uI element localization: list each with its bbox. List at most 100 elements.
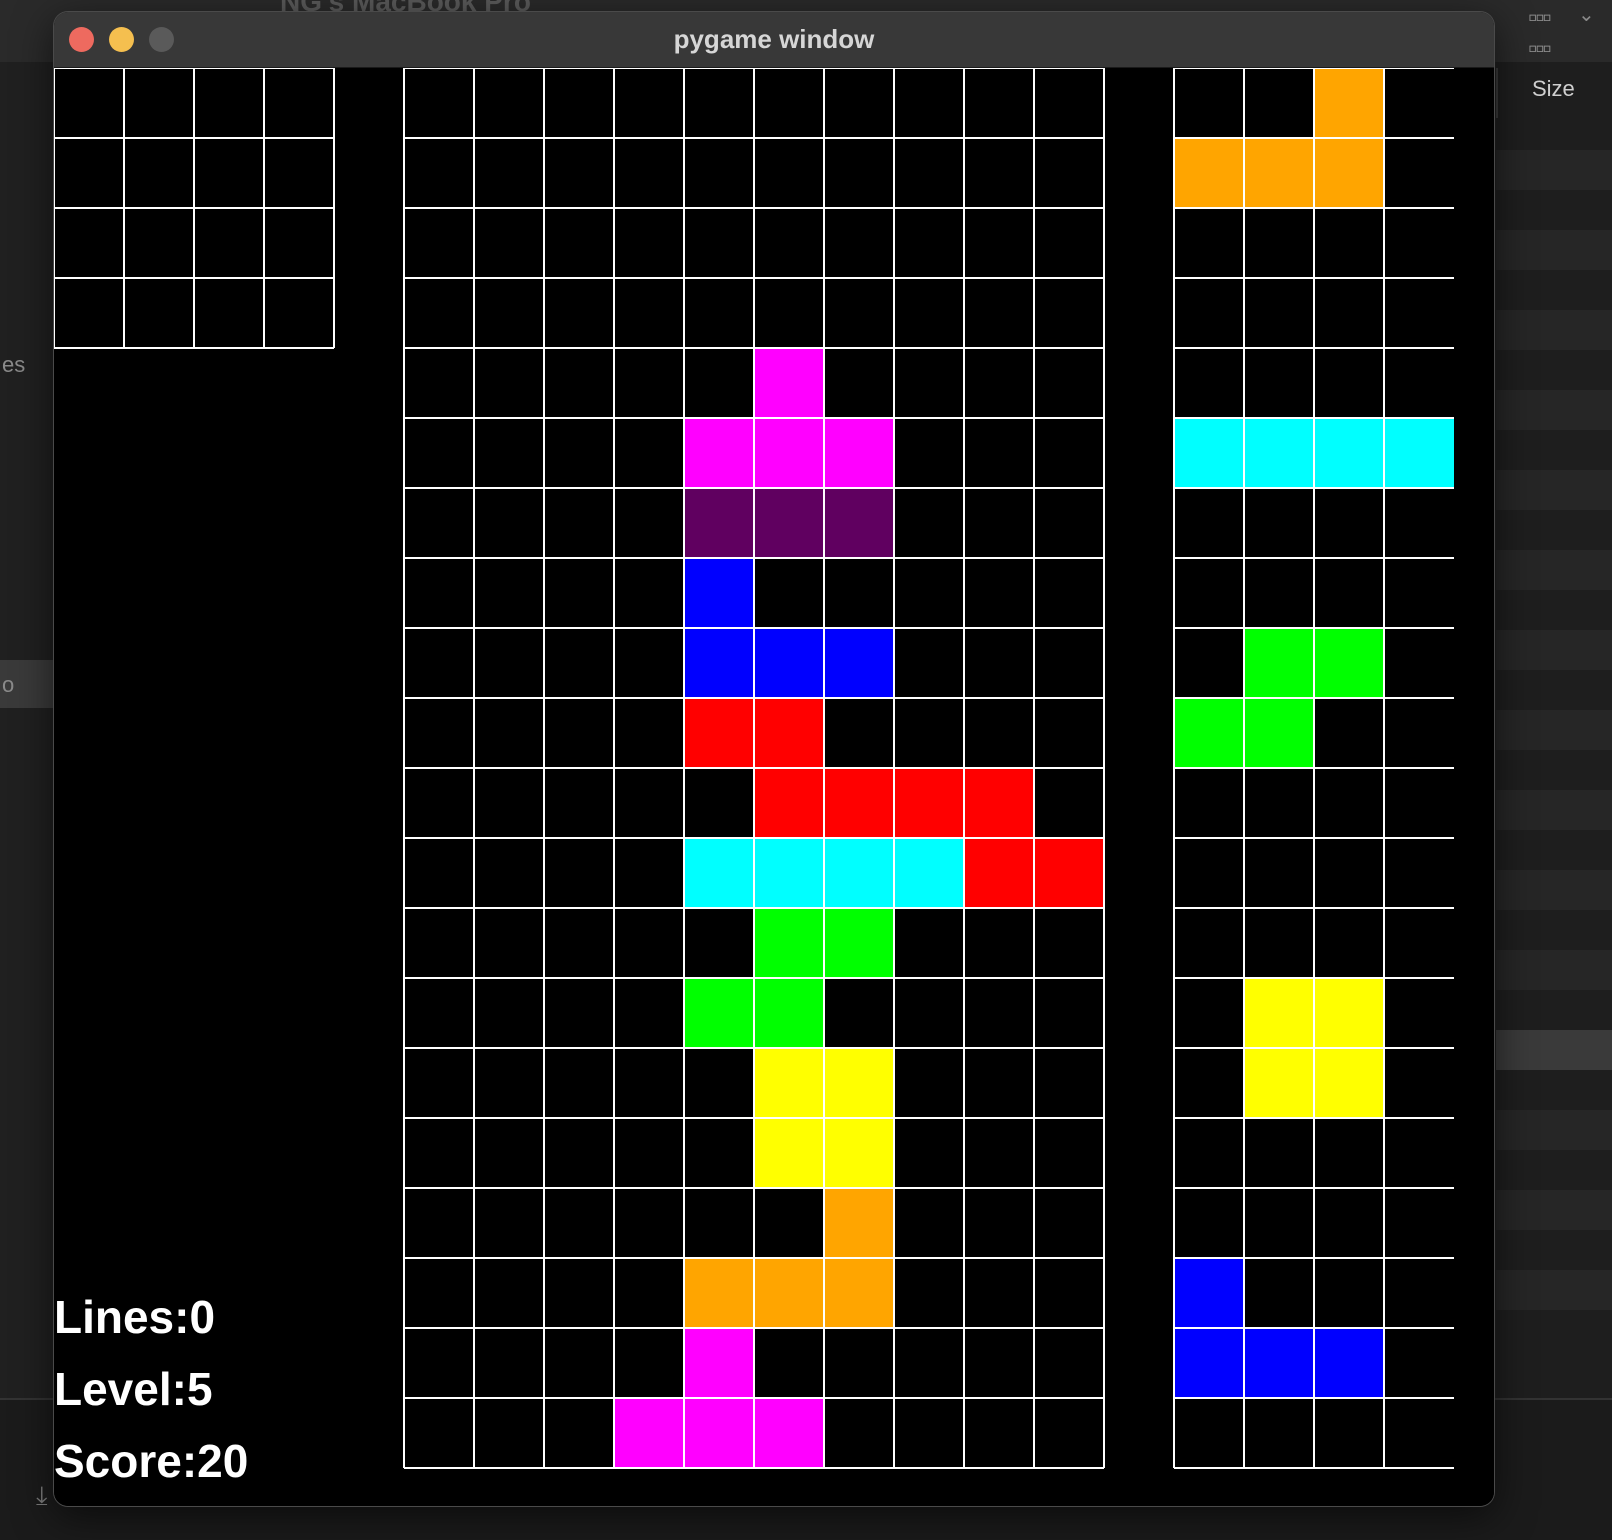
download-icon[interactable]: ⤓ [36, 1480, 48, 1512]
empty-cell [1244, 558, 1314, 628]
empty-cell [614, 68, 684, 138]
file-row[interactable] [1496, 1190, 1612, 1230]
empty-cell [894, 208, 964, 278]
file-row[interactable] [1496, 390, 1612, 430]
empty-cell [1244, 838, 1314, 908]
file-row[interactable] [1496, 310, 1612, 350]
empty-cell [1174, 208, 1244, 278]
empty-cell [964, 418, 1034, 488]
empty-cell [1314, 698, 1384, 768]
empty-cell [1384, 1328, 1454, 1398]
empty-cell [1034, 208, 1104, 278]
file-row[interactable] [1496, 470, 1612, 510]
empty-cell [1314, 278, 1384, 348]
empty-cell [1034, 1398, 1104, 1468]
empty-cell [54, 138, 124, 208]
empty-cell [54, 68, 124, 138]
empty-cell [404, 628, 474, 698]
sidebar-text-fragment: o [2, 672, 15, 697]
empty-cell [544, 628, 614, 698]
empty-cell [894, 138, 964, 208]
empty-cell [1384, 1258, 1454, 1328]
empty-cell [404, 908, 474, 978]
grid-view-icon[interactable]: ▫▫▫ ▫▫▫ [1528, 2, 1552, 64]
block-cell [754, 1258, 824, 1328]
empty-cell [824, 68, 894, 138]
file-row[interactable] [1496, 1110, 1612, 1150]
empty-cell [1384, 348, 1454, 418]
file-row[interactable] [1496, 870, 1612, 910]
empty-cell [1384, 768, 1454, 838]
empty-cell [1034, 1258, 1104, 1328]
block-cell [1244, 138, 1314, 208]
file-row-selected[interactable] [1496, 1030, 1612, 1070]
game-canvas[interactable]: Lines:0 Level:5 Score:20 [54, 68, 1494, 1506]
file-row[interactable] [1496, 790, 1612, 830]
file-row[interactable] [1496, 230, 1612, 270]
empty-cell [1314, 1258, 1384, 1328]
empty-cell [1244, 348, 1314, 418]
empty-cell [684, 138, 754, 208]
empty-cell [1384, 138, 1454, 208]
empty-cell [1244, 68, 1314, 138]
empty-cell [964, 1048, 1034, 1118]
empty-cell [1244, 488, 1314, 558]
block-cell [754, 908, 824, 978]
empty-cell [824, 1398, 894, 1468]
block-cell [754, 1048, 824, 1118]
empty-cell [1174, 1188, 1244, 1258]
empty-cell [1384, 978, 1454, 1048]
empty-cell [1174, 908, 1244, 978]
block-cell [1314, 68, 1384, 138]
empty-cell [964, 978, 1034, 1048]
window-titlebar[interactable]: pygame window [54, 12, 1494, 68]
empty-cell [544, 348, 614, 418]
empty-cell [1174, 1398, 1244, 1468]
block-cell [1174, 138, 1244, 208]
empty-cell [124, 138, 194, 208]
file-row[interactable] [1496, 550, 1612, 590]
empty-cell [544, 978, 614, 1048]
empty-cell [1384, 698, 1454, 768]
empty-cell [1034, 908, 1104, 978]
empty-cell [1384, 488, 1454, 558]
block-cell [754, 838, 824, 908]
empty-cell [544, 1328, 614, 1398]
empty-cell [1034, 1048, 1104, 1118]
empty-cell [964, 278, 1034, 348]
file-row[interactable] [1496, 150, 1612, 190]
empty-cell [474, 768, 544, 838]
file-row[interactable] [1496, 950, 1612, 990]
file-row[interactable] [1496, 630, 1612, 670]
level-indicator: Level:5 [54, 1363, 213, 1415]
file-row[interactable] [1496, 710, 1612, 750]
empty-cell [894, 278, 964, 348]
size-column-label: Size [1532, 76, 1575, 101]
empty-cell [264, 278, 334, 348]
block-cell [754, 698, 824, 768]
empty-cell [1244, 1118, 1314, 1188]
block-cell [754, 348, 824, 418]
empty-cell [614, 978, 684, 1048]
empty-cell [894, 1118, 964, 1188]
block-cell [1244, 1048, 1314, 1118]
block-cell [824, 768, 894, 838]
empty-cell [1314, 1398, 1384, 1468]
empty-cell [614, 768, 684, 838]
empty-cell [964, 1188, 1034, 1258]
empty-cell [614, 488, 684, 558]
empty-cell [124, 278, 194, 348]
empty-cell [1244, 1258, 1314, 1328]
empty-cell [474, 838, 544, 908]
empty-cell [614, 1328, 684, 1398]
empty-cell [1384, 278, 1454, 348]
file-row[interactable] [1496, 1270, 1612, 1310]
chevron-down-icon[interactable]: ⌄ [1578, 2, 1595, 27]
block-cell [1314, 418, 1384, 488]
empty-cell [1384, 838, 1454, 908]
empty-cell [824, 698, 894, 768]
block-cell [824, 908, 894, 978]
empty-cell [474, 1328, 544, 1398]
block-cell [1174, 418, 1244, 488]
empty-cell [1174, 1118, 1244, 1188]
